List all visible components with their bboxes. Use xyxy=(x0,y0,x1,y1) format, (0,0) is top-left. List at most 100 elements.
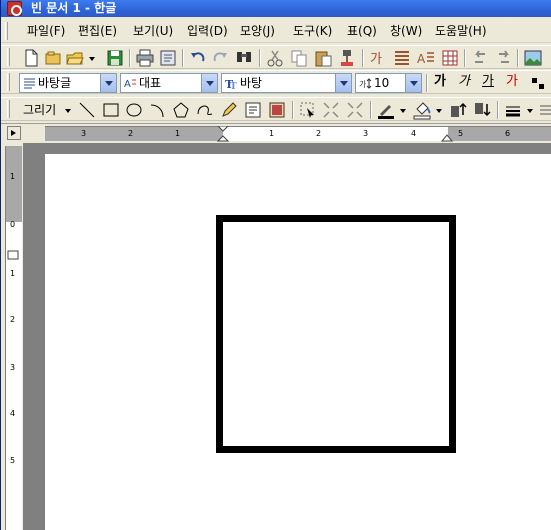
right-indent-marker[interactable] xyxy=(441,127,453,143)
save-icon[interactable] xyxy=(105,48,125,68)
line-color-icon[interactable] xyxy=(376,100,396,120)
menu-file[interactable]: 파일(F) xyxy=(27,23,65,39)
style-combo-value: 바탕글 xyxy=(38,76,72,90)
left-indent-marker[interactable] xyxy=(217,126,229,142)
drawn-rectangle[interactable] xyxy=(216,215,456,453)
toolbar-grip[interactable] xyxy=(7,73,10,91)
forward-icon[interactable] xyxy=(494,48,514,68)
more-formatting-icon[interactable] xyxy=(529,73,549,93)
open-dropdown-arrow-icon[interactable] xyxy=(87,48,97,68)
group-icon[interactable] xyxy=(321,100,341,120)
line-style-arrow-icon[interactable] xyxy=(525,100,535,120)
representative-combo-value: 대표 xyxy=(139,76,162,90)
line-icon[interactable] xyxy=(77,100,97,120)
italic-button[interactable]: 가 xyxy=(458,74,470,90)
redo-icon[interactable] xyxy=(210,48,230,68)
pencil-icon[interactable] xyxy=(219,100,239,120)
find-icon[interactable] xyxy=(234,48,254,68)
svg-text:가: 가 xyxy=(359,80,367,89)
svg-text:가: 가 xyxy=(370,52,382,67)
select-object-icon[interactable] xyxy=(298,100,318,120)
chevron-down-icon[interactable] xyxy=(100,74,116,92)
open-file-icon[interactable] xyxy=(65,48,85,68)
paste-icon[interactable] xyxy=(313,48,333,68)
curve-icon[interactable] xyxy=(195,100,215,120)
open-folder-icon[interactable] xyxy=(43,48,63,68)
ruler-label: 2 xyxy=(128,129,134,138)
style-combo[interactable]: 바탕글 xyxy=(19,73,117,93)
ruler-label: 4 xyxy=(411,129,417,138)
send-back-icon[interactable] xyxy=(472,100,492,120)
style-icon[interactable]: A xyxy=(416,48,436,68)
font-color-button[interactable]: 가 xyxy=(506,74,518,90)
ruler-label: 3 xyxy=(81,129,87,138)
font-size-value: 10 xyxy=(374,76,390,90)
cut-icon[interactable] xyxy=(265,48,285,68)
font-size-combo[interactable]: 가 10 xyxy=(355,73,422,93)
vertical-ruler[interactable]: 1 0 1 2 3 4 5 xyxy=(5,146,22,530)
fill-color-icon[interactable] xyxy=(412,100,432,120)
drawing-toolbar: 그리기 xyxy=(1,97,551,121)
toolbar-separator xyxy=(362,49,364,67)
line-color-arrow-icon[interactable] xyxy=(398,100,408,120)
back-icon[interactable] xyxy=(470,48,490,68)
new-document-icon[interactable] xyxy=(21,48,41,68)
font-combo-value: 바탕 xyxy=(240,76,263,90)
top-margin-marker[interactable] xyxy=(7,250,21,260)
chevron-down-icon[interactable] xyxy=(335,74,351,92)
ellipse-icon[interactable] xyxy=(124,100,144,120)
top-margin-area xyxy=(6,146,22,222)
picture-icon[interactable] xyxy=(267,100,287,120)
fill-color-arrow-icon[interactable] xyxy=(434,100,444,120)
more-drawing-icon[interactable] xyxy=(538,100,551,120)
tab-type-selector[interactable] xyxy=(7,126,21,140)
menu-table[interactable]: 표(Q) xyxy=(347,23,377,39)
para-shape-icon[interactable] xyxy=(392,48,412,68)
toolbar-grip[interactable] xyxy=(7,100,10,118)
menu-edit[interactable]: 편집(E) xyxy=(78,23,117,39)
menu-tools[interactable]: 도구(K) xyxy=(293,23,332,39)
font-combo[interactable]: TT 바탕 xyxy=(221,73,352,93)
ruler-label: 1 xyxy=(10,269,16,278)
menu-help[interactable]: 도움말(H) xyxy=(435,23,487,39)
table-icon[interactable] xyxy=(440,48,460,68)
hwp-app-icon[interactable] xyxy=(7,1,22,16)
menu-format[interactable]: 모양(J) xyxy=(240,23,275,39)
draw-menu-arrow-icon[interactable] xyxy=(63,100,73,120)
polygon-icon[interactable] xyxy=(171,100,191,120)
bold-button[interactable]: 가 xyxy=(434,74,446,90)
textbox-icon[interactable] xyxy=(243,100,263,120)
format-painter-icon[interactable] xyxy=(337,48,357,68)
chevron-down-icon[interactable] xyxy=(201,74,217,92)
ruler-label: 4 xyxy=(10,409,16,418)
ungroup-icon[interactable] xyxy=(345,100,365,120)
underline-button[interactable]: 가 xyxy=(482,74,494,90)
print-preview-icon[interactable] xyxy=(158,48,178,68)
horizontal-ruler[interactable]: 3 2 1 1 2 3 4 5 6 xyxy=(45,126,551,143)
menu-window[interactable]: 창(W) xyxy=(390,23,422,39)
toolbar-separator xyxy=(292,101,294,119)
menubar-grip[interactable] xyxy=(5,22,8,40)
menu-view[interactable]: 보기(U) xyxy=(133,23,173,39)
toolbar-separator xyxy=(259,49,261,67)
arc-icon[interactable] xyxy=(148,100,168,120)
menu-insert[interactable]: 입력(D) xyxy=(187,23,228,39)
draw-menu-label[interactable]: 그리기 xyxy=(23,102,56,118)
line-style-icon[interactable] xyxy=(503,100,523,120)
rectangle-icon[interactable] xyxy=(101,100,121,120)
undo-icon[interactable] xyxy=(188,48,208,68)
toolbar-grip[interactable] xyxy=(7,48,10,66)
toolbar-separator xyxy=(370,101,372,119)
char-shape-icon[interactable]: 가 xyxy=(368,48,388,68)
paragraph-style-icon xyxy=(24,78,35,89)
svg-text:A: A xyxy=(124,79,131,90)
ruler-label: 6 xyxy=(505,129,511,138)
representative-combo[interactable]: A 대표 xyxy=(120,73,218,93)
print-icon[interactable] xyxy=(135,48,155,68)
copy-icon[interactable] xyxy=(289,48,309,68)
toolbar-separator xyxy=(182,49,184,67)
chevron-down-icon[interactable] xyxy=(405,74,421,92)
bring-front-icon[interactable] xyxy=(448,100,468,120)
image-icon[interactable] xyxy=(523,48,543,68)
title-bar[interactable]: 빈 문서 1 - 한글 xyxy=(1,0,551,17)
